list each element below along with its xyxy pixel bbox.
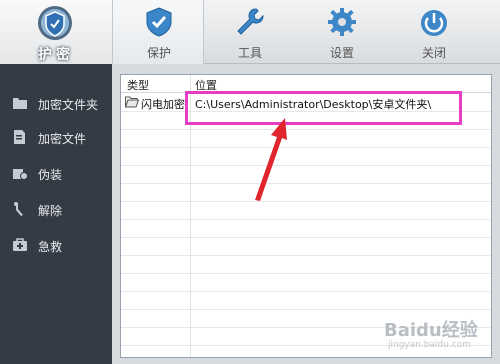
- wrench-icon: [237, 8, 264, 35]
- file-lock-icon: [14, 130, 25, 144]
- tab-label: 设置: [329, 46, 354, 60]
- sidebar-item-label: 伪装: [38, 168, 63, 182]
- cell-type: 闪电加密: [141, 98, 185, 111]
- shield-lock-icon: [38, 6, 72, 40]
- sidebar-item-encrypt-file[interactable]: 加密文件: [0, 122, 112, 152]
- sidebar-item-label: 解除: [38, 204, 63, 218]
- open-folder-icon: [125, 96, 139, 108]
- watermark-subtext: jingyan.baidu.com: [388, 340, 472, 350]
- first-aid-icon: [13, 238, 27, 251]
- row-divider: [121, 309, 491, 310]
- row-divider: [121, 183, 491, 184]
- watermark: Baidu经验: [384, 320, 478, 341]
- row-divider: [121, 165, 491, 166]
- sidebar-item-release[interactable]: 解除: [0, 194, 112, 224]
- unlock-icon: [14, 202, 23, 216]
- row-divider: [121, 147, 491, 148]
- tab-tools[interactable]: 工具: [204, 0, 296, 64]
- sidebar-item-label: 急救: [38, 240, 63, 254]
- tab-close[interactable]: 关闭: [388, 0, 480, 64]
- power-icon: [421, 10, 447, 36]
- sidebar-item-disguise[interactable]: 伪装: [0, 158, 112, 188]
- row-divider: [121, 219, 491, 220]
- sidebar: 加密文件夹 加密文件 伪装 解除 急救: [0, 64, 112, 364]
- row-divider: [121, 201, 491, 202]
- disguise-icon: [13, 169, 28, 180]
- tab-label: 工具: [237, 46, 262, 60]
- shield-check-icon: [146, 7, 172, 37]
- tab-protect[interactable]: 保护: [112, 0, 204, 64]
- highlight-box: [185, 91, 462, 125]
- gear-icon: [328, 8, 356, 36]
- row-divider: [121, 255, 491, 256]
- sidebar-item-encrypt-folder[interactable]: 加密文件夹: [0, 88, 112, 118]
- tab-label: 关闭: [421, 46, 446, 60]
- column-header-type[interactable]: 类型: [127, 77, 149, 93]
- sidebar-item-first-aid[interactable]: 急救: [0, 230, 112, 260]
- row-divider: [121, 129, 491, 130]
- tab-label: 保护: [146, 46, 171, 60]
- sidebar-item-label: 加密文件夹: [38, 98, 99, 112]
- sidebar-item-label: 加密文件: [38, 132, 87, 146]
- row-divider: [121, 291, 491, 292]
- folder-lock-icon: [13, 98, 27, 109]
- row-divider: [121, 273, 491, 274]
- row-divider: [121, 237, 491, 238]
- tab-settings[interactable]: 设置: [296, 0, 388, 64]
- app-logo: 护密: [0, 0, 112, 64]
- logo-label: 护密: [38, 47, 74, 63]
- top-toolbar: 护密 保护 工具 设置 关闭: [0, 0, 500, 64]
